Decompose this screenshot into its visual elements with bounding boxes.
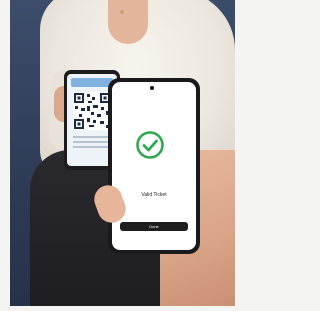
neck	[108, 0, 148, 44]
necklace-pendant	[120, 10, 124, 14]
ticket-header-bar	[71, 78, 113, 87]
ticket-detail-lines	[73, 136, 111, 151]
check-circle-icon	[136, 131, 164, 159]
qr-code-icon	[73, 92, 111, 130]
photo: Valid Ticket Done	[10, 0, 235, 306]
front-phone-screen: Valid Ticket Done	[112, 82, 196, 250]
done-button[interactable]: Done	[120, 222, 188, 231]
front-camera	[150, 86, 154, 90]
status-text: Valid Ticket	[141, 192, 167, 198]
front-phone: Valid Ticket Done	[108, 78, 200, 254]
